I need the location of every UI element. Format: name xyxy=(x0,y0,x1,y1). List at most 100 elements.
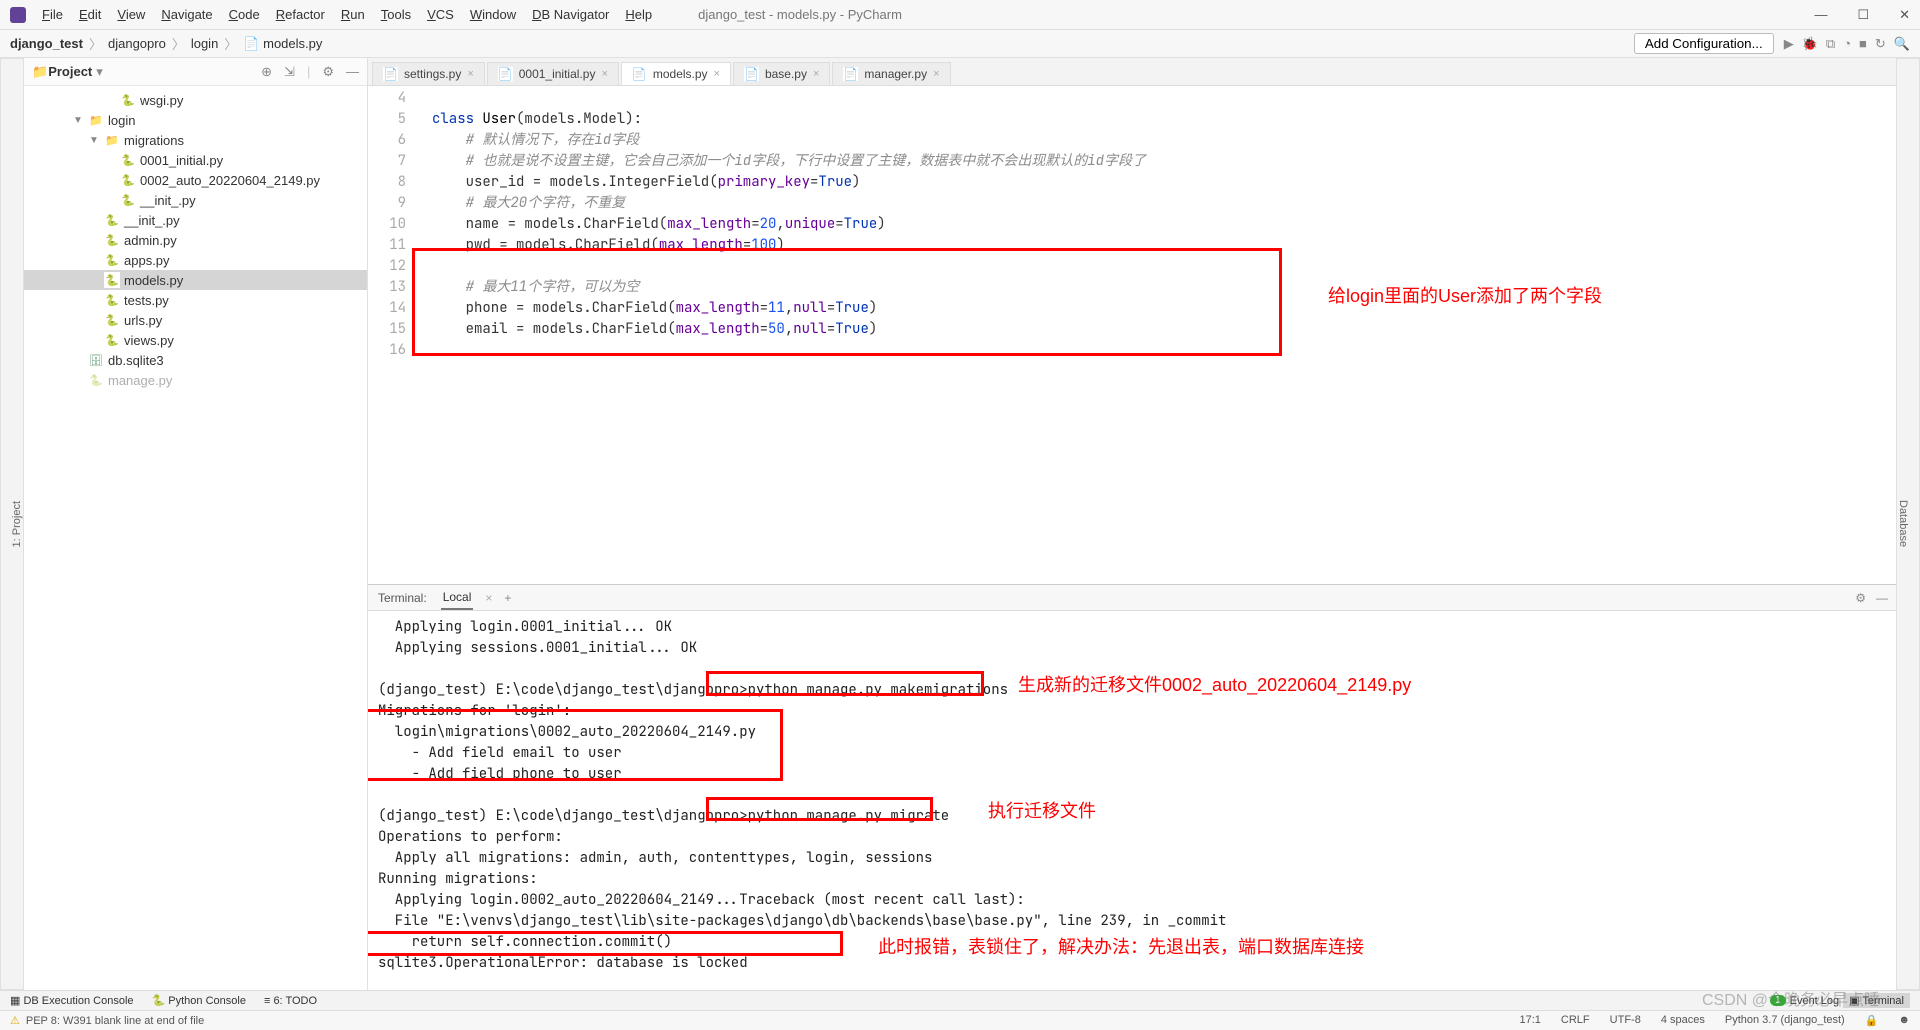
menu-db-navigator[interactable]: DB Navigator xyxy=(526,5,615,24)
terminal-tool-window: Terminal: Local × + ⚙ — Applying login.0… xyxy=(368,584,1896,990)
add-configuration-button[interactable]: Add Configuration... xyxy=(1634,33,1774,54)
stop-icon[interactable]: ■ xyxy=(1859,36,1867,52)
status-indent[interactable]: 4 spaces xyxy=(1661,1014,1705,1027)
coverage-icon[interactable]: ⧉ xyxy=(1826,36,1835,52)
run-icon[interactable]: ▶ xyxy=(1784,36,1794,52)
search-icon[interactable]: 🔍 xyxy=(1894,36,1910,52)
tree-item[interactable]: 🐍models.py xyxy=(24,270,367,290)
breadcrumb-item[interactable]: 📄 models.py xyxy=(243,36,322,52)
menu-refactor[interactable]: Refactor xyxy=(270,5,331,24)
tree-item[interactable]: 🐍wsgi.py xyxy=(24,90,367,110)
tree-item[interactable]: 🐍tests.py xyxy=(24,290,367,310)
tree-item[interactable]: ▼📁login xyxy=(24,110,367,130)
editor-tab[interactable]: 📄 settings.py × xyxy=(372,62,485,85)
add-tab-icon[interactable]: + xyxy=(504,591,511,605)
gear-icon[interactable]: ⚙ xyxy=(322,64,334,80)
window-title: django_test - models.py - PyCharm xyxy=(698,7,1814,22)
debug-icon[interactable]: 🐞 xyxy=(1802,36,1818,52)
py-icon: 🐍 xyxy=(88,372,104,388)
tree-item[interactable]: ▼📁migrations xyxy=(24,130,367,150)
close-tab-icon[interactable]: × xyxy=(933,68,939,80)
right-tool-gutter: Database SciView xyxy=(1896,58,1920,990)
menu-view[interactable]: View xyxy=(111,5,151,24)
maximize-icon[interactable]: ☐ xyxy=(1857,7,1869,23)
db-exec-console-button[interactable]: ▦ DB Execution Console xyxy=(10,994,134,1007)
code-editor[interactable]: 45678910111213141516 class User(models.M… xyxy=(368,86,1896,584)
terminal-output[interactable]: Applying login.0001_initial... OK Applyi… xyxy=(368,611,1896,990)
py-icon: 🐍 xyxy=(120,192,136,208)
chevron-down-icon[interactable]: ▾ xyxy=(96,64,103,80)
left-tool-gutter: 1: Project 7: Structure DB Browser 2: Fa… xyxy=(0,58,24,990)
tree-item[interactable]: 🐍apps.py xyxy=(24,250,367,270)
tree-item[interactable]: 🐍0002_auto_20220604_2149.py xyxy=(24,170,367,190)
tree-item[interactable]: 🐍manage.py xyxy=(24,370,367,390)
breadcrumb-item[interactable]: login xyxy=(191,36,218,51)
close-tab-icon[interactable]: × xyxy=(601,68,607,80)
folder-icon: 📁 xyxy=(104,132,120,148)
editor-tab[interactable]: 📄models.py× xyxy=(621,62,731,85)
status-encoding[interactable]: UTF-8 xyxy=(1610,1014,1641,1027)
annotation-text-3: 执行迁移文件 xyxy=(988,797,1096,823)
menu-edit[interactable]: Edit xyxy=(73,5,107,24)
menu-window[interactable]: Window xyxy=(464,5,522,24)
minimize-icon[interactable]: — xyxy=(1876,591,1888,605)
py-icon: 🐍 xyxy=(104,232,120,248)
terminal-button[interactable]: ▣ Terminal xyxy=(1843,993,1910,1008)
tree-item[interactable]: 🐍urls.py xyxy=(24,310,367,330)
tree-label: login xyxy=(108,113,135,128)
tab-label: manager.py xyxy=(864,67,927,81)
tree-item[interactable]: 🐍 admin.py xyxy=(24,230,367,250)
todo-button[interactable]: ≡ 6: TODO xyxy=(264,995,317,1007)
close-tab-icon[interactable]: × xyxy=(714,68,720,80)
tab-label: settings.py xyxy=(404,67,461,81)
tree-label: tests.py xyxy=(124,293,169,308)
expand-icon[interactable]: ⇲ xyxy=(284,64,295,80)
editor-tab[interactable]: 📄0001_initial.py× xyxy=(487,62,619,85)
menu-vcs[interactable]: VCS xyxy=(421,5,460,24)
update-icon[interactable]: ↻ xyxy=(1875,36,1886,52)
close-tab-icon[interactable]: × xyxy=(485,591,492,605)
python-file-icon: 📄 xyxy=(383,67,398,81)
status-interpreter[interactable]: Python 3.7 (django_test) xyxy=(1725,1014,1845,1027)
python-file-icon: 📄 xyxy=(498,67,513,81)
menu-file[interactable]: File xyxy=(36,5,69,24)
annotation-text-1: 给login里面的User添加了两个字段 xyxy=(1328,282,1602,308)
close-icon[interactable]: ✕ xyxy=(1899,7,1910,23)
target-icon[interactable]: ⊕ xyxy=(261,64,272,80)
editor-tab[interactable]: 📄base.py× xyxy=(733,62,830,85)
minimize-icon[interactable]: — xyxy=(1814,7,1827,23)
python-file-icon: 📄 xyxy=(744,67,759,81)
close-tab-icon[interactable]: × xyxy=(813,68,819,80)
gutter-project[interactable]: 1: Project xyxy=(11,501,23,547)
menu-code[interactable]: Code xyxy=(223,5,266,24)
event-log-button[interactable]: Event Log xyxy=(1790,995,1840,1007)
menu-tools[interactable]: Tools xyxy=(375,5,417,24)
menu-navigate[interactable]: Navigate xyxy=(155,5,218,24)
status-caret[interactable]: 17:1 xyxy=(1520,1014,1541,1027)
tree-label: migrations xyxy=(124,133,184,148)
close-tab-icon[interactable]: × xyxy=(467,68,473,80)
tree-item[interactable]: 🐍__init_.py xyxy=(24,210,367,230)
tree-item[interactable]: 🗄db.sqlite3 xyxy=(24,350,367,370)
hector-icon[interactable]: ☻ xyxy=(1898,1014,1910,1027)
tree-item[interactable]: 🐍views.py xyxy=(24,330,367,350)
annotation-box-2a xyxy=(706,671,984,696)
profile-icon[interactable]: ◔ xyxy=(1843,36,1851,52)
lock-icon[interactable]: 🔒 xyxy=(1865,1014,1879,1027)
tree-item[interactable]: 🐍__init_.py xyxy=(24,190,367,210)
py-icon: 🐍 xyxy=(120,152,136,168)
python-console-button[interactable]: 🐍 Python Console xyxy=(152,994,246,1007)
breadcrumb-item[interactable]: django_test xyxy=(10,36,83,51)
status-eol[interactable]: CRLF xyxy=(1561,1014,1590,1027)
menu-help[interactable]: Help xyxy=(619,5,658,24)
tree-item[interactable]: 🐍0001_initial.py xyxy=(24,150,367,170)
gear-icon[interactable]: ⚙ xyxy=(1855,591,1866,605)
editor-tab[interactable]: 📄manager.py× xyxy=(832,62,950,85)
breadcrumb-item[interactable]: djangopro xyxy=(108,36,166,51)
menu-run[interactable]: Run xyxy=(335,5,371,24)
tree-label: admin.py xyxy=(124,233,177,248)
collapse-icon[interactable]: — xyxy=(346,64,359,80)
project-tree[interactable]: 🐍wsgi.py▼📁login▼📁migrations🐍0001_initial… xyxy=(24,86,367,990)
terminal-tab-local[interactable]: Local xyxy=(441,586,474,610)
gutter-database[interactable]: Database xyxy=(1897,500,1909,547)
